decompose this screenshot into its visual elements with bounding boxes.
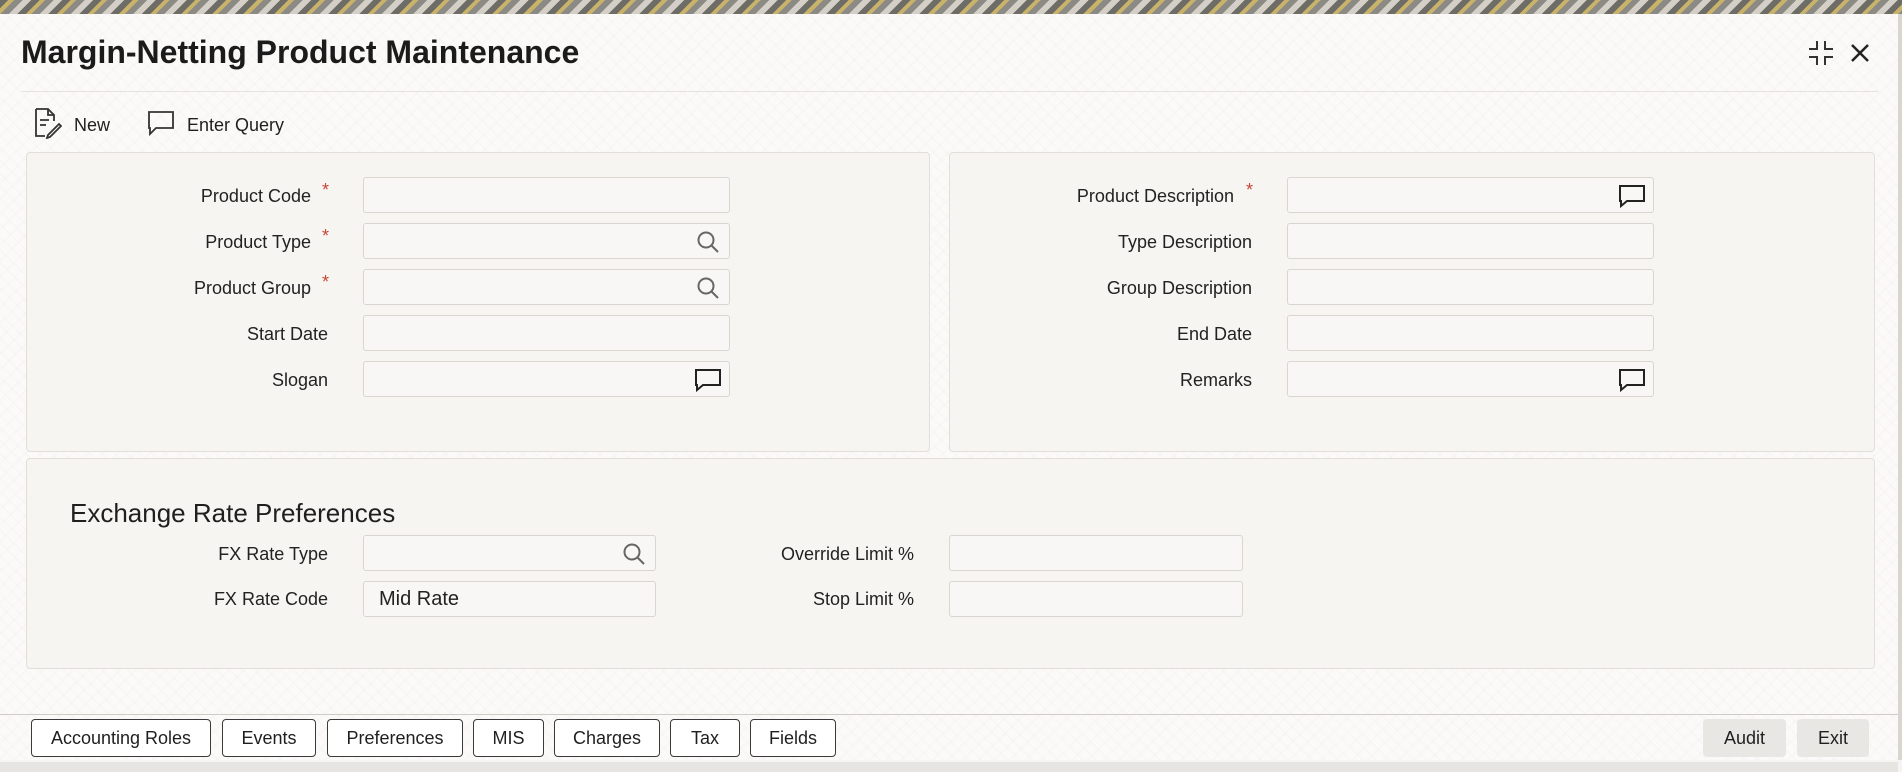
type-description-label: Type Description [1117, 232, 1252, 252]
remarks-input[interactable] [1287, 361, 1654, 397]
fx-rate-type-label: FX Rate Type [218, 544, 328, 564]
remarks-label: Remarks [1179, 370, 1252, 390]
stop-limit-input[interactable] [949, 581, 1243, 617]
enter-query-label: Enter Query [187, 114, 285, 135]
product-type-input[interactable] [363, 223, 730, 259]
exchange-rate-section-title: Exchange Rate Preferences [70, 498, 396, 528]
tax-button[interactable]: Tax [670, 719, 740, 757]
title-divider [21, 91, 1878, 92]
group-description-label: Group Description [1106, 278, 1252, 298]
enter-query-button[interactable]: Enter Query [147, 106, 284, 144]
new-button[interactable]: New [32, 106, 110, 144]
product-code-input[interactable] [363, 177, 730, 213]
footer-divider [0, 714, 1898, 715]
required-marker: * [322, 226, 330, 246]
end-date-label: End Date [1176, 324, 1252, 344]
comment-icon [147, 109, 175, 142]
required-marker: * [322, 272, 330, 292]
type-description-input[interactable] [1287, 223, 1654, 259]
product-type-label: Product Type [205, 232, 311, 252]
mis-button[interactable]: MIS [473, 719, 544, 757]
accounting-roles-button[interactable]: Accounting Roles [31, 719, 211, 757]
comment-icon[interactable] [695, 367, 721, 393]
required-marker: * [1246, 180, 1254, 200]
product-description-input[interactable] [1287, 177, 1654, 213]
events-button[interactable]: Events [222, 719, 316, 757]
end-date-input[interactable] [1287, 315, 1654, 351]
preferences-button[interactable]: Preferences [327, 719, 463, 757]
maximize-icon[interactable] [1806, 38, 1836, 68]
start-date-input[interactable] [363, 315, 730, 351]
new-label: New [74, 114, 111, 135]
start-date-label: Start Date [246, 324, 328, 344]
slogan-label: Slogan [271, 370, 328, 390]
horizontal-scrollbar[interactable] [0, 762, 1898, 772]
stop-limit-label: Stop Limit % [812, 589, 914, 609]
document-edit-icon [32, 107, 63, 144]
search-icon[interactable] [695, 275, 721, 301]
product-code-label: Product Code [200, 186, 311, 206]
fx-rate-code-input[interactable]: Mid Rate [363, 581, 656, 617]
override-limit-input[interactable] [949, 535, 1243, 571]
close-icon[interactable] [1845, 38, 1875, 68]
group-description-input[interactable] [1287, 269, 1654, 305]
slogan-input[interactable] [363, 361, 730, 397]
charges-button[interactable]: Charges [554, 719, 660, 757]
exit-button[interactable]: Exit [1797, 719, 1869, 757]
comment-icon[interactable] [1619, 183, 1645, 209]
dialog-window: Margin-Netting Product Maintenance New E… [0, 14, 1902, 772]
required-marker: * [322, 180, 330, 200]
fields-button[interactable]: Fields [750, 719, 836, 757]
product-description-label: Product Description [1076, 186, 1234, 206]
override-limit-label: Override Limit % [780, 544, 914, 564]
fx-rate-code-label: FX Rate Code [213, 589, 328, 609]
top-decorative-strip [0, 0, 1902, 14]
search-icon[interactable] [695, 229, 721, 255]
product-group-label: Product Group [193, 278, 311, 298]
search-icon[interactable] [621, 541, 647, 567]
audit-button[interactable]: Audit [1703, 719, 1786, 757]
product-group-input[interactable] [363, 269, 730, 305]
fx-rate-type-input[interactable] [363, 535, 656, 571]
comment-icon[interactable] [1619, 367, 1645, 393]
page-title: Margin-Netting Product Maintenance [21, 34, 580, 70]
